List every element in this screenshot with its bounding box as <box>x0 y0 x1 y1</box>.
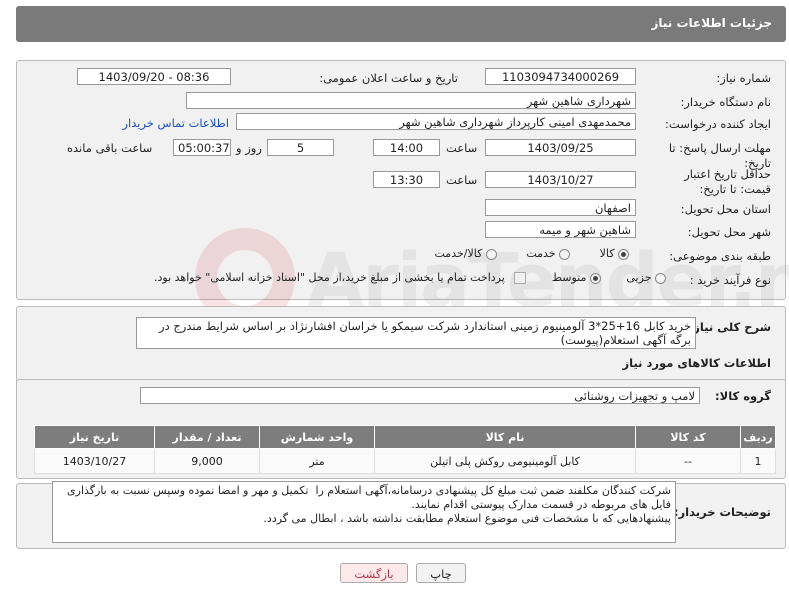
print-button[interactable]: چاپ <box>416 563 466 583</box>
process-option-medium-label: متوسط <box>551 271 587 284</box>
col-date: تاریخ نیاز <box>34 425 155 449</box>
city-field: شاهین شهر و میمه <box>485 221 636 238</box>
city-label: شهر محل تحویل: <box>687 225 771 239</box>
goods-group-field: لامپ و تجهیزات روشنائی <box>140 387 700 404</box>
payment-note: پرداخت تمام یا بخشی از مبلغ خرید،از محل … <box>154 271 505 284</box>
process-radio-group: جزیی متوسط پرداخت تمام یا بخشی از مبلغ خ… <box>154 271 666 284</box>
validity-time-field: 13:30 <box>373 171 440 188</box>
deadline-date-field: 1403/09/25 <box>485 139 636 156</box>
category-radio-group: کالا خدمت کالا/خدمت <box>435 247 629 260</box>
buyer-notes-field: شرکت کنندگان مکلفند ضمن ثبت مبلغ کل پیشن… <box>52 481 676 543</box>
description-label: شرح کلی نیاز: <box>688 320 771 334</box>
cell-date: 1403/10/27 <box>34 448 155 474</box>
category-option-service-label: خدمت <box>526 247 556 260</box>
announce-field: 1403/09/20 - 08:36 <box>77 68 231 85</box>
category-option-goods[interactable]: کالا <box>596 247 629 260</box>
table-row: 1 -- کابل آلومینیومی روکش پلی اتیلن متر … <box>34 448 776 474</box>
goods-table: ردیف کد کالا نام کالا واحد شمارش تعداد /… <box>34 425 776 474</box>
process-option-medium[interactable]: متوسط <box>548 271 601 284</box>
need-number-field: 1103094734000269 <box>485 68 636 85</box>
category-label: طبقه بندی موضوعی: <box>669 249 771 263</box>
radio-goods-icon <box>618 248 629 260</box>
need-number-label: شماره نیاز: <box>716 71 771 85</box>
process-option-minor-label: جزیی <box>626 271 652 284</box>
cell-row: 1 <box>740 448 776 474</box>
deadline-time-label: ساعت <box>446 141 478 155</box>
radio-medium-icon <box>589 272 601 284</box>
category-option-goods-label: کالا <box>599 247 615 260</box>
col-qty: تعداد / مقدار <box>154 425 260 449</box>
validity-time-label: ساعت <box>446 173 478 187</box>
col-name: نام کالا <box>374 425 636 449</box>
cell-name: کابل آلومینیومی روکش پلی اتیلن <box>374 448 636 474</box>
validity-label: حداقل تاریخ اعتبار قیمت: تا تاریخ: <box>684 167 771 196</box>
remaining-label: ساعت باقی مانده <box>67 141 153 155</box>
category-option-service[interactable]: خدمت <box>523 247 571 260</box>
creator-field: محمدمهدی امینی کارپرداز شهرداری شاهین شه… <box>236 113 636 130</box>
goods-section-title: اطلاعات کالاهای مورد نیاز <box>622 356 771 370</box>
category-option-both[interactable]: کالا/خدمت <box>435 247 497 260</box>
col-code: کد کالا <box>635 425 741 449</box>
radio-service-icon <box>559 248 571 260</box>
process-option-minor[interactable]: جزیی <box>623 271 666 284</box>
category-option-both-label: کالا/خدمت <box>434 247 483 260</box>
province-label: استان محل تحویل: <box>680 202 771 216</box>
header-bar: جزئیات اطلاعات نیاز <box>16 6 786 42</box>
process-label: نوع فرآیند خرید : <box>689 273 771 287</box>
radio-minor-icon <box>655 272 666 284</box>
col-row: ردیف <box>740 425 776 449</box>
contact-link[interactable]: اطلاعات تماس خریدار <box>122 116 229 130</box>
creator-label: ایجاد کننده درخواست: <box>665 117 771 131</box>
col-unit: واحد شمارش <box>259 425 375 449</box>
validity-date-field: 1403/10/27 <box>485 171 636 188</box>
description-field: خرید کابل 16+25*3 آلومینیوم زمینی استاند… <box>136 317 696 349</box>
days-label: روز و <box>236 141 262 155</box>
remaining-time-field: 05:00:37 <box>173 139 231 156</box>
goods-group-label: گروه کالا: <box>715 389 771 403</box>
buyer-org-label: نام دستگاه خریدار: <box>680 95 771 109</box>
days-field: 5 <box>267 139 334 156</box>
goods-table-header: ردیف کد کالا نام کالا واحد شمارش تعداد /… <box>34 425 776 449</box>
buyer-notes-label: توضیحات خریدار: <box>673 505 771 519</box>
radio-both-icon <box>485 248 497 260</box>
cell-code: -- <box>635 448 741 474</box>
announce-label: تاریخ و ساعت اعلان عمومی: <box>319 71 458 85</box>
deadline-time-field: 14:00 <box>373 139 440 156</box>
buyer-org-field: شهرداری شاهین شهر <box>186 92 636 109</box>
cell-qty: 9,000 <box>154 448 260 474</box>
page-title: جزئیات اطلاعات نیاز <box>651 16 772 30</box>
cell-unit: متر <box>259 448 375 474</box>
treasury-checkbox[interactable] <box>514 272 527 284</box>
province-field: اصفهان <box>485 199 636 216</box>
back-button[interactable]: بازگشت <box>340 563 408 583</box>
